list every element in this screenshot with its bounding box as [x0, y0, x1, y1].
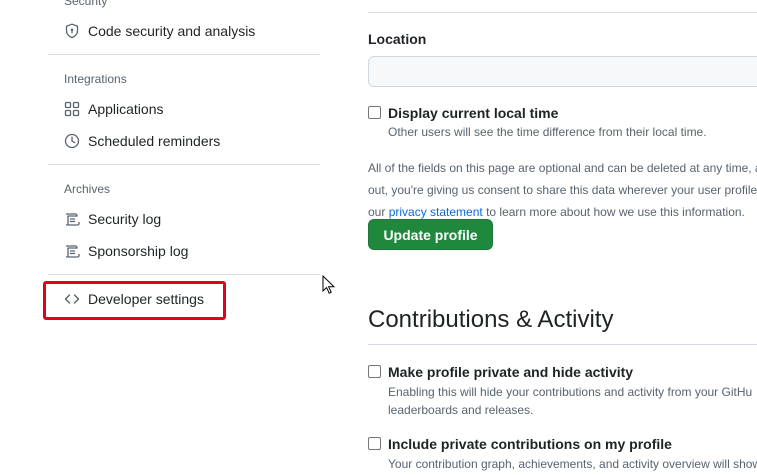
private-contributions-note-line: Your contribution graph, achievements, a…	[388, 457, 757, 471]
sidebar-divider	[48, 54, 320, 55]
location-label: Location	[368, 31, 427, 47]
sidebar-item-security-log[interactable]: Security log	[48, 204, 320, 234]
sidebar-item-applications[interactable]: Applications	[48, 94, 320, 124]
sidebar-item-label: Sponsorship log	[88, 243, 189, 259]
optional-fields-notice: All of the fields on this page are optio…	[368, 157, 757, 223]
sidebar-item-scheduled-reminders[interactable]: Scheduled reminders	[48, 126, 320, 156]
notice-line: All of the fields on this page are optio…	[368, 161, 757, 175]
sidebar-heading-security: Security	[64, 0, 108, 8]
private-profile-note-line: Enabling this will hide your contributio…	[388, 385, 753, 399]
sidebar-divider	[48, 164, 320, 165]
private-profile-label: Make profile private and hide activity	[388, 364, 634, 380]
contributions-heading: Contributions & Activity	[368, 306, 614, 333]
notice-text: to learn more about how we use this info…	[482, 205, 745, 219]
sidebar-item-label: Scheduled reminders	[88, 133, 221, 149]
privacy-statement-link[interactable]: privacy statement	[389, 205, 483, 219]
apps-grid-icon	[64, 101, 80, 117]
private-contributions-label: Include private contributions on my prof…	[388, 436, 672, 452]
sidebar-heading-integrations: Integrations	[64, 72, 127, 86]
notice-text: our	[368, 205, 389, 219]
local-time-label: Display current local time	[388, 105, 559, 121]
log-icon	[64, 211, 80, 227]
annotation-highlight-box	[43, 281, 226, 320]
private-profile-checkbox[interactable]	[368, 365, 381, 378]
sidebar-item-label: Code security and analysis	[88, 23, 256, 39]
private-contributions-checkbox[interactable]	[368, 437, 381, 450]
sidebar-divider	[48, 274, 320, 275]
local-time-checkbox[interactable]	[368, 106, 381, 119]
sidebar-item-sponsorship-log[interactable]: Sponsorship log	[48, 236, 320, 266]
log-icon	[64, 243, 80, 259]
section-divider	[368, 344, 757, 345]
clock-icon	[64, 133, 80, 149]
mouse-cursor-icon	[322, 274, 336, 300]
sidebar-item-label: Applications	[88, 101, 164, 117]
update-profile-button[interactable]: Update profile	[368, 219, 493, 250]
sidebar-item-code-security[interactable]: Code security and analysis	[48, 16, 320, 46]
section-divider	[368, 12, 757, 13]
private-profile-note-line: leaderboards and releases.	[388, 403, 534, 417]
sidebar-heading-archives: Archives	[64, 182, 111, 196]
shield-lock-icon	[64, 23, 80, 39]
local-time-note: Other users will see the time difference…	[388, 125, 707, 139]
location-input[interactable]	[368, 56, 757, 87]
sidebar-item-label: Security log	[88, 211, 162, 227]
notice-line: out, you're giving us consent to share t…	[368, 183, 757, 197]
